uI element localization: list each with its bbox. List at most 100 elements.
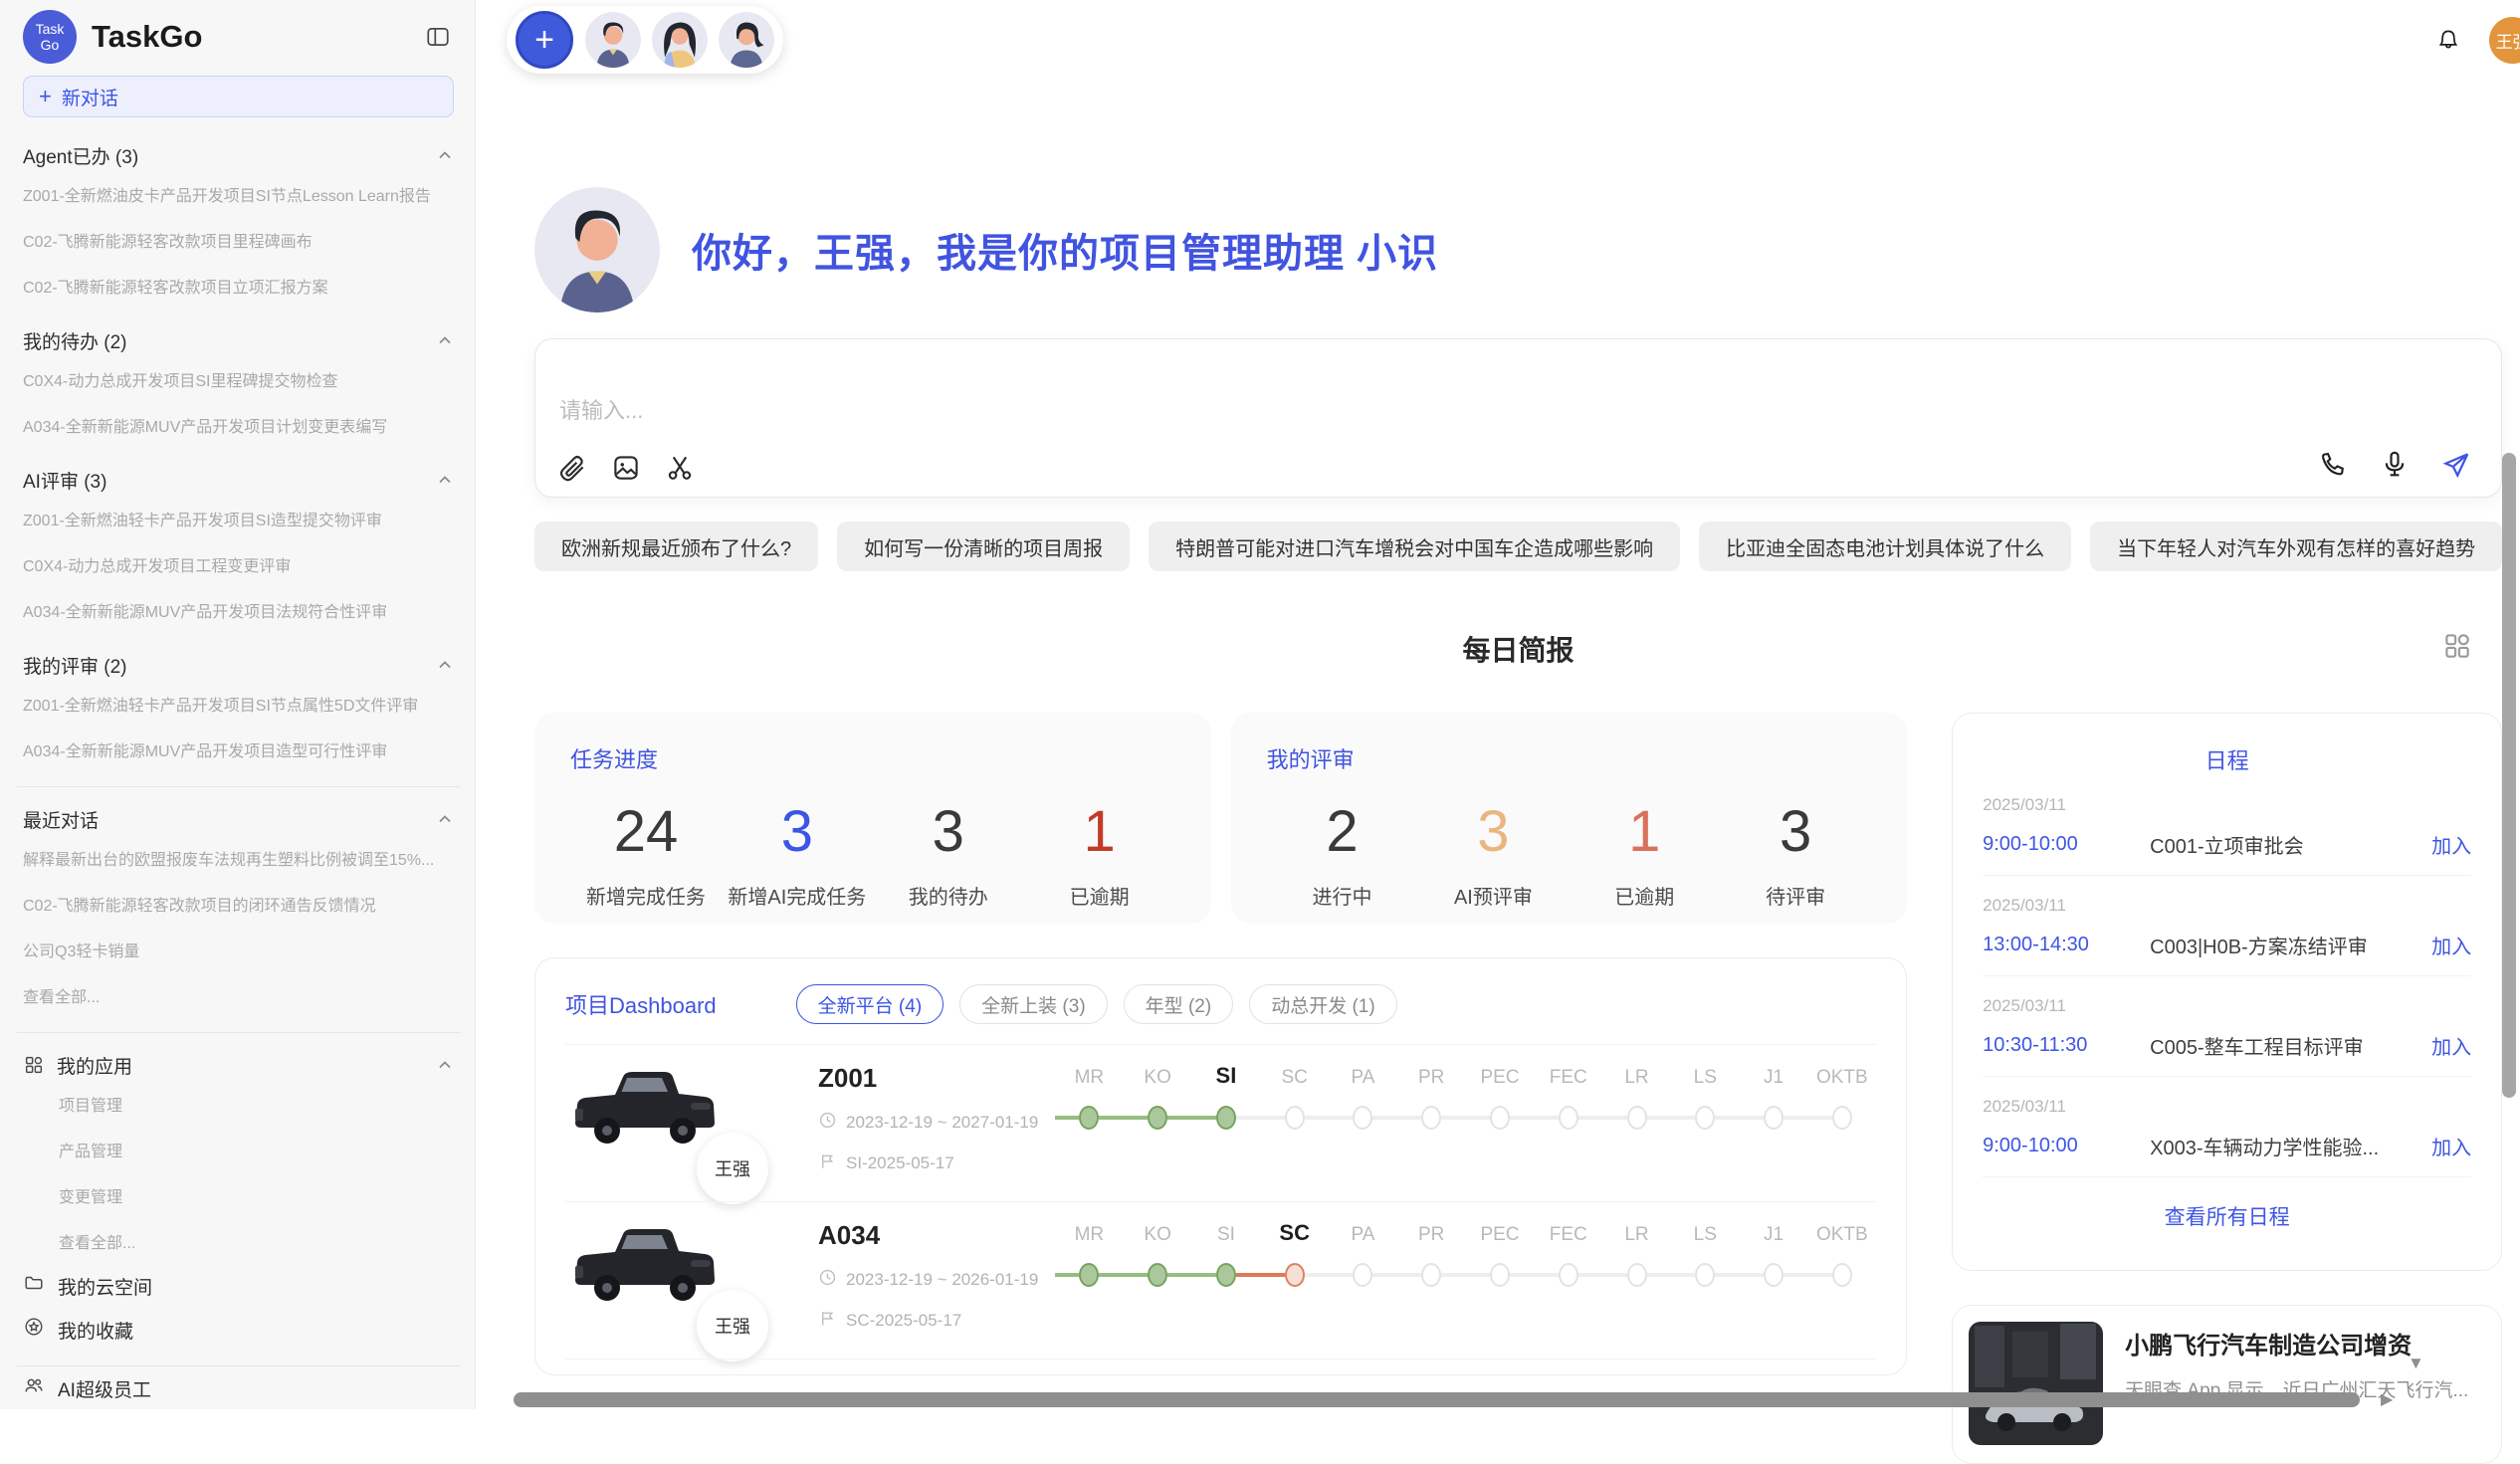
scroll-down-arrow-icon[interactable]: ▼ — [2408, 1354, 2424, 1373]
join-meeting-link[interactable]: 加入 — [2431, 830, 2471, 859]
divider — [17, 1032, 461, 1033]
sidebar-section-header[interactable]: Agent已办 (3) — [23, 141, 455, 169]
app-item[interactable]: 项目管理 — [59, 1081, 455, 1127]
milestone-label-KO: KO — [1124, 1067, 1192, 1089]
sidebar-item[interactable]: Z001-全新燃油皮卡产品开发项目SI节点Lesson Learn报告 — [23, 171, 455, 217]
project-row[interactable]: 王强 Z001 2023-12-19 ~ 2027-01-19 SI-2025-… — [565, 1044, 1876, 1201]
right-column: 日程 2025/03/11 9:00-10:00 C001-立项审批会 加入 2… — [1952, 713, 2502, 1464]
project-dates: 2023-12-19 ~ 2027-01-19 — [818, 1111, 1055, 1135]
join-meeting-link[interactable]: 加入 — [2431, 1132, 2471, 1160]
assistant-avatar — [534, 187, 660, 313]
sidebar-item[interactable]: A034-全新新能源MUV产品开发项目计划变更表编写 — [23, 402, 455, 448]
left-column: 任务进度 24 新增完成任务 3 新增AI完成任务 3 我的待办 1 已逾期 — [534, 713, 1907, 1375]
suggestion-chip[interactable]: 当下年轻人对汽车外观有怎样的喜好趋势 — [2090, 522, 2502, 571]
join-meeting-link[interactable]: 加入 — [2431, 931, 2471, 959]
send-icon[interactable] — [2441, 449, 2471, 479]
sidebar-item[interactable]: Z001-全新燃油轻卡产品开发项目SI节点属性5D文件评审 — [23, 681, 455, 727]
notification-bell-icon[interactable] — [2433, 25, 2463, 55]
sidebar-item[interactable]: C02-飞腾新能源轻客改款项目里程碑画布 — [23, 217, 455, 263]
collapse-sidebar-icon[interactable] — [421, 20, 455, 54]
sidebar-section-header[interactable]: 我的评审 (2) — [23, 651, 455, 679]
user-avatar[interactable]: 王强 — [2489, 17, 2520, 64]
chat-input[interactable] — [557, 397, 1737, 425]
stat-value: 3 — [1720, 798, 1871, 865]
sidebar-item[interactable]: C0X4-动力总成开发项目工程变更评审 — [23, 541, 455, 587]
my-apps-header[interactable]: 我的应用 — [23, 1051, 455, 1079]
avatar-man[interactable] — [585, 12, 641, 68]
schedule-time: 10:30-11:30 — [1983, 1034, 2150, 1057]
microphone-icon[interactable] — [2380, 449, 2410, 479]
suggestion-chip[interactable]: 特朗普可能对进口汽车增税会对中国车企造成哪些影响 — [1149, 522, 1680, 571]
sidebar-item[interactable]: A034-全新新能源MUV产品开发项目造型可行性评审 — [23, 727, 455, 772]
sidebar-item[interactable]: C0X4-动力总成开发项目SI里程碑提交物检查 — [23, 356, 455, 402]
suggestion-chip[interactable]: 如何写一份清晰的项目周报 — [837, 522, 1130, 571]
stat-value: 1 — [1569, 798, 1720, 865]
screenshot-scissors-icon[interactable] — [665, 453, 695, 483]
recent-chat-item[interactable]: 公司Q3轻卡销量 — [23, 927, 455, 972]
milestone-node-J1 — [1740, 1105, 1808, 1131]
composer-right-icons — [2318, 449, 2471, 479]
main-area: + 王强 — [476, 0, 2520, 1409]
scroll-right-arrow-icon[interactable]: ▶ — [2381, 1389, 2393, 1409]
logo-line1: Task — [36, 21, 65, 37]
vertical-scrollbar[interactable] — [2502, 453, 2516, 1098]
sidebar-section-header[interactable]: 我的待办 (2) — [23, 326, 455, 354]
milestone-track: MRKOSISCPAPRPECFECLRLSJ1OKTB — [1055, 1063, 1876, 1201]
sidebar-item[interactable]: Z001-全新燃油轻卡产品开发项目SI造型提交物评审 — [23, 496, 455, 541]
sidebar-section-header[interactable]: AI评审 (3) — [23, 466, 455, 494]
project-vehicle-image — [565, 1218, 725, 1318]
milestone-label-PEC: PEC — [1466, 1067, 1535, 1089]
schedule-name: X003-车辆动力学性能验... — [2150, 1132, 2431, 1160]
dashboard-tab[interactable]: 动总开发 (1) — [1249, 984, 1397, 1024]
milestone-label-LR: LR — [1602, 1067, 1671, 1089]
suggestion-chip[interactable]: 欧洲新规最近颁布了什么? — [534, 522, 818, 571]
layout-grid-icon[interactable] — [2442, 631, 2472, 661]
new-chat-button[interactable]: + 新对话 — [23, 76, 454, 117]
horizontal-scrollbar[interactable] — [514, 1392, 2360, 1407]
sidebar-item[interactable]: A034-全新新能源MUV产品开发项目法规符合性评审 — [23, 587, 455, 633]
image-upload-icon[interactable] — [611, 453, 641, 483]
dashboard-tab[interactable]: 全新平台 (4) — [796, 984, 945, 1024]
recent-chat-item[interactable]: C02-飞腾新能源轻客改款项目的闭环通告反馈情况 — [23, 881, 455, 927]
recent-chats-header[interactable]: 最近对话 — [23, 805, 455, 833]
schedule-time: 13:00-14:30 — [1983, 934, 2150, 956]
recent-chat-item[interactable]: 查看全部... — [23, 972, 455, 1018]
recent-chat-item[interactable]: 解释最新出台的欧盟报废车法规再生塑料比例被调至15%... — [23, 835, 455, 881]
chevron-up-icon — [435, 809, 455, 829]
chat-composer — [534, 338, 2502, 498]
users-icon — [23, 1374, 45, 1402]
app-item[interactable]: 变更管理 — [59, 1172, 455, 1218]
sidebar-tool-AI超级员工[interactable]: AI超级员工 — [23, 1366, 455, 1409]
view-all-schedule-link[interactable]: 查看所有日程 — [1983, 1201, 2471, 1231]
dashboard-tab[interactable]: 年型 (2) — [1124, 984, 1234, 1024]
add-member-button[interactable]: + — [516, 11, 573, 69]
project-row[interactable]: 王强 A034 2023-12-19 ~ 2026-01-19 SC-2025-… — [565, 1201, 1876, 1359]
voice-call-icon[interactable] — [2318, 449, 2348, 479]
milestone-node-LR — [1602, 1262, 1671, 1288]
join-meeting-link[interactable]: 加入 — [2431, 1031, 2471, 1060]
schedule-date: 2025/03/11 — [1983, 996, 2471, 1016]
clock-icon — [818, 1268, 837, 1292]
news-card[interactable]: 小鹏飞行汽车制造公司增资 天眼查 App 显示，近日广州汇天飞行汽... — [1952, 1305, 2502, 1464]
project-dashboard-title: 项目Dashboard — [565, 988, 717, 1020]
project-code: Z001 — [818, 1063, 1055, 1094]
dashboard-tab[interactable]: 全新上装 (3) — [959, 984, 1108, 1024]
stat-value: 2 — [1267, 798, 1418, 865]
sidebar-link-我的收藏[interactable]: 我的收藏 — [23, 1308, 455, 1352]
milestone-label-J1: J1 — [1740, 1224, 1808, 1246]
suggestion-chip[interactable]: 比亚迪全固态电池计划具体说了什么 — [1699, 522, 2071, 571]
attachment-icon[interactable] — [557, 453, 587, 483]
milestone-label-SI: SI — [1192, 1063, 1261, 1089]
schedule-date: 2025/03/11 — [1983, 1097, 2471, 1117]
stat-card: 任务进度 24 新增完成任务 3 新增AI完成任务 3 我的待办 1 已逾期 — [534, 713, 1211, 924]
milestone-node-FEC — [1534, 1105, 1602, 1131]
milestone-label-SC: SC — [1260, 1067, 1329, 1089]
sidebar-item[interactable]: C02-飞腾新能源轻客改款项目立项汇报方案 — [23, 263, 455, 309]
avatar-woman-ponytail[interactable] — [719, 12, 774, 68]
sidebar-link-我的云空间[interactable]: 我的云空间 — [23, 1264, 455, 1308]
milestone-node-PA — [1329, 1262, 1397, 1288]
app-item[interactable]: 产品管理 — [59, 1127, 455, 1172]
avatar-woman-long-hair[interactable] — [652, 12, 708, 68]
app-item[interactable]: 查看全部... — [59, 1218, 455, 1264]
daily-briefing-header: 每日简报 — [534, 629, 2502, 665]
